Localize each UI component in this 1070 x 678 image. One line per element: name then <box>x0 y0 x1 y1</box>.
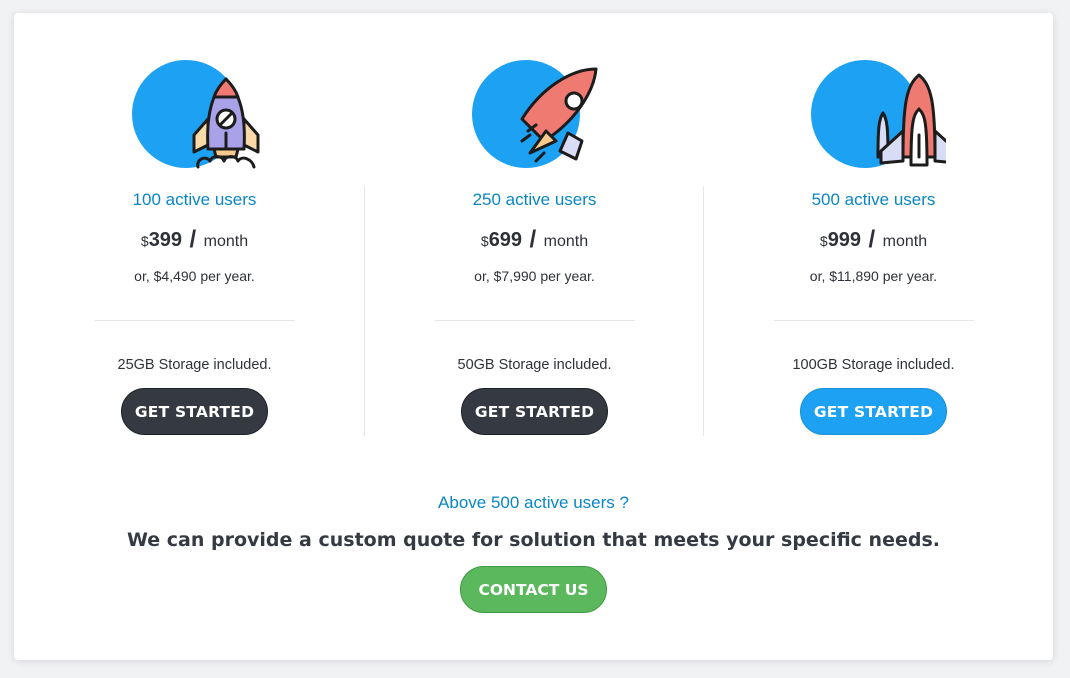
plan-divider <box>95 320 295 321</box>
price-currency: $ <box>819 233 828 249</box>
price-currency: $ <box>480 233 489 249</box>
rocket-diagonal-icon <box>472 57 607 172</box>
get-started-button[interactable]: GET STARTED <box>800 388 947 435</box>
pricing-card: 100 active users $399 / month or, $4,490… <box>14 13 1053 660</box>
plan-users-label: 100 active users <box>132 190 257 209</box>
price-slash: / <box>189 226 197 253</box>
plan-price: $699 / month <box>365 225 704 253</box>
plan-divider <box>774 320 974 321</box>
space-shuttle-icon <box>811 57 946 172</box>
plan-divider <box>435 320 635 321</box>
custom-plan-question: Above 500 active users ? <box>438 493 629 512</box>
price-amount: 699 <box>488 229 523 251</box>
rocket-upright-icon <box>132 57 267 172</box>
plan-users-label: 250 active users <box>472 190 597 209</box>
price-amount: 999 <box>827 229 862 251</box>
price-period: month <box>203 233 249 250</box>
plan-price: $399 / month <box>25 225 364 253</box>
price-period: month <box>882 233 928 250</box>
plan-500-users: 500 active users $999 / month or, $11,89… <box>703 60 1043 436</box>
price-slash: / <box>529 226 537 253</box>
get-started-button[interactable]: GET STARTED <box>121 388 268 435</box>
pricing-plans: 100 active users $399 / month or, $4,490… <box>14 13 1053 453</box>
plan-storage: 25GB Storage included. <box>117 357 272 373</box>
contact-us-button[interactable]: CONTACT US <box>460 566 607 613</box>
plan-yearly-price: or, $7,990 per year. <box>474 268 595 284</box>
plan-100-users: 100 active users $399 / month or, $4,490… <box>25 13 364 453</box>
plan-yearly-price: or, $11,890 per year. <box>809 268 938 284</box>
plan-price: $999 / month <box>704 225 1043 253</box>
price-currency: $ <box>140 233 149 249</box>
plan-250-users: 250 active users $699 / month or, $7,990… <box>364 60 704 436</box>
price-amount: 399 <box>148 229 183 251</box>
get-started-button[interactable]: GET STARTED <box>461 388 608 435</box>
plan-yearly-price: or, $4,490 per year. <box>134 268 255 284</box>
plan-users-label: 500 active users <box>811 190 936 209</box>
price-slash: / <box>868 226 876 253</box>
custom-quote-message: We can provide a custom quote for soluti… <box>127 529 940 551</box>
price-period: month <box>543 233 589 250</box>
plan-storage: 100GB Storage included. <box>792 357 955 373</box>
plan-storage: 50GB Storage included. <box>457 357 612 373</box>
